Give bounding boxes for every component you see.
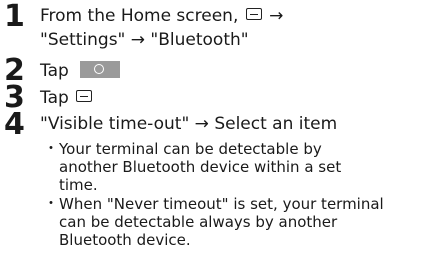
bullet-1-line-2: another Bluetooth device within a set: [59, 158, 342, 176]
step-1-arrow: →: [269, 6, 284, 26]
step-2-line: Tap: [40, 60, 121, 82]
bullet-2-line-2: can be detectable always by another: [59, 213, 338, 231]
step-1-line-2: "Settings" → "Bluetooth": [40, 30, 249, 50]
bullet-marker: ・: [44, 196, 58, 212]
bullet-1-line-3: time.: [59, 176, 98, 194]
bullet-marker: ・: [44, 141, 58, 157]
menu-icon: [245, 8, 262, 20]
toggle-icon: [80, 61, 121, 78]
bullet-2-line-1: When "Never timeout" is set, your termin…: [59, 195, 384, 213]
step-1-line-1: From the Home screen, →: [40, 5, 283, 27]
bullet-2-line-3: Bluetooth device.: [59, 231, 191, 249]
step-3-text: Tap: [40, 88, 69, 108]
step-4-line: "Visible time-out" → Select an item: [40, 114, 338, 134]
menu-icon: [76, 90, 93, 102]
bullet-1-line-1: Your terminal can be detectable by: [59, 140, 322, 158]
step-2-text: Tap: [40, 61, 69, 81]
step-1-text: From the Home screen,: [40, 6, 239, 26]
step-4-number: 4: [4, 107, 25, 142]
step-1-number: 1: [4, 0, 25, 34]
step-3-line: Tap: [40, 87, 94, 109]
